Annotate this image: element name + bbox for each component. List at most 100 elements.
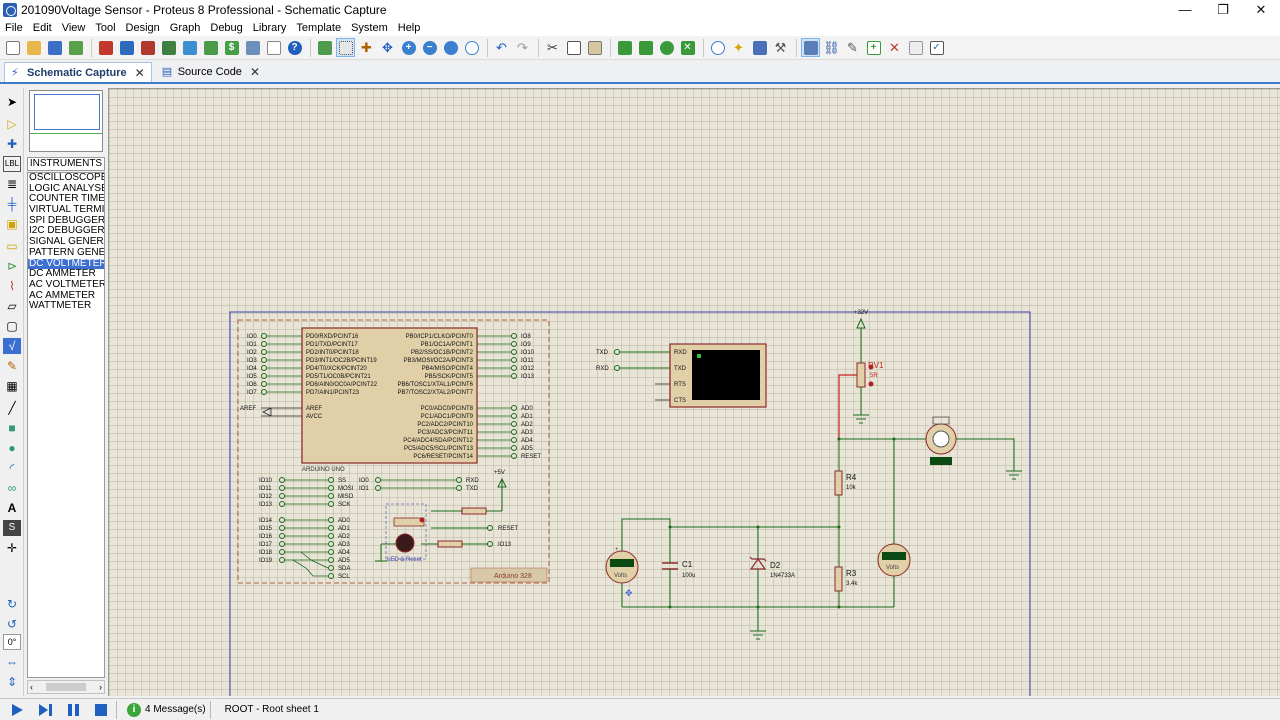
path-icon[interactable]: ∞ xyxy=(3,480,21,496)
subcircuit-icon[interactable]: ▣ xyxy=(3,216,21,232)
zoom-out-icon[interactable]: − xyxy=(420,38,439,57)
pause-button[interactable] xyxy=(62,700,84,720)
redo-icon[interactable]: ↷ xyxy=(513,38,532,57)
selection-mode-icon[interactable]: ➤ xyxy=(3,94,21,110)
list-item[interactable]: OSCILLOSCOPE xyxy=(28,173,104,184)
junction-dot-icon[interactable]: ✚ xyxy=(3,136,21,152)
overview-window[interactable] xyxy=(29,90,103,152)
tab-source-code[interactable]: ▤ Source Code ✕ xyxy=(156,62,266,82)
scroll-thumb[interactable] xyxy=(46,683,86,691)
pick-device-icon[interactable] xyxy=(708,38,727,57)
pcb-icon[interactable] xyxy=(138,38,157,57)
generator-icon[interactable]: ▢ xyxy=(3,318,21,334)
stop-button[interactable] xyxy=(90,700,112,720)
source-code-icon[interactable] xyxy=(243,38,262,57)
message-count[interactable]: i 4 Message(s) xyxy=(127,702,206,717)
list-item[interactable]: DC AMMETER xyxy=(28,269,104,280)
tape-recorder-icon[interactable]: ▱ xyxy=(3,298,21,314)
instruments-list[interactable]: OSCILLOSCOPE LOGIC ANALYSER COUNTER TIME… xyxy=(27,172,105,678)
menu-debug[interactable]: Debug xyxy=(205,20,247,36)
exit-to-parent-icon[interactable] xyxy=(906,38,925,57)
graph-icon[interactable]: ⌇ xyxy=(3,278,21,294)
decompose-icon[interactable]: ⚒ xyxy=(771,38,790,57)
arc-icon[interactable]: ◜ xyxy=(3,460,21,476)
menu-edit[interactable]: Edit xyxy=(28,20,57,36)
copy-icon[interactable] xyxy=(564,38,583,57)
save-icon[interactable] xyxy=(45,38,64,57)
box-icon[interactable]: ■ xyxy=(3,420,21,436)
notes-icon[interactable] xyxy=(264,38,283,57)
mirror-vertical-icon[interactable]: ⇕ xyxy=(3,674,21,690)
bom-icon[interactable]: $ xyxy=(222,38,241,57)
new-sheet-icon[interactable]: + xyxy=(864,38,883,57)
menu-template[interactable]: Template xyxy=(291,20,346,36)
list-item[interactable]: SIGNAL GENERAT xyxy=(28,237,104,248)
resistor-r3[interactable] xyxy=(834,566,843,592)
led-icon[interactable] xyxy=(395,533,415,553)
search-tag-icon[interactable]: ⛓ xyxy=(822,38,841,57)
circle-icon[interactable]: ● xyxy=(3,440,21,456)
rotate-clockwise-icon[interactable]: ↻ xyxy=(3,596,21,612)
new-file-icon[interactable] xyxy=(3,38,22,57)
open-folder-icon[interactable] xyxy=(24,38,43,57)
menu-help[interactable]: Help xyxy=(393,20,426,36)
block-move-icon[interactable] xyxy=(636,38,655,57)
marker-icon[interactable]: ✛ xyxy=(3,540,21,556)
menu-view[interactable]: View xyxy=(57,20,91,36)
zoom-in-icon[interactable]: + xyxy=(399,38,418,57)
list-item[interactable]: AC AMMETER xyxy=(28,291,104,302)
paste-icon[interactable] xyxy=(585,38,604,57)
list-horizontal-scrollbar[interactable]: ‹ › xyxy=(27,680,105,694)
tab-schematic-capture[interactable]: ⚡ Schematic Capture ✕ xyxy=(4,62,152,82)
packaging-tool-icon[interactable] xyxy=(750,38,769,57)
play-button[interactable] xyxy=(6,700,28,720)
zoom-area-icon[interactable] xyxy=(462,38,481,57)
undo-icon[interactable]: ↶ xyxy=(492,38,511,57)
probe-icon[interactable]: √ xyxy=(3,338,21,354)
close-button[interactable]: ✕ xyxy=(1242,0,1280,20)
instruments-icon[interactable]: ▦ xyxy=(3,378,21,394)
origin-icon[interactable]: ✚ xyxy=(357,38,376,57)
scroll-left-icon[interactable]: ‹ xyxy=(30,682,33,692)
symbol-icon[interactable]: S xyxy=(3,520,21,536)
close-tab-icon[interactable]: ✕ xyxy=(135,66,145,80)
remove-sheet-icon[interactable]: ✕ xyxy=(885,38,904,57)
cut-icon[interactable]: ✂ xyxy=(543,38,562,57)
help-icon[interactable]: ? xyxy=(285,38,304,57)
list-item[interactable]: I2C DEBUGGER xyxy=(28,226,104,237)
resistor-r4[interactable] xyxy=(834,470,843,496)
voltage-probe-icon[interactable]: ✎ xyxy=(3,358,21,374)
terminals-icon[interactable]: ▭ xyxy=(3,238,21,254)
line-icon[interactable]: ╱ xyxy=(3,400,21,416)
block-rotate-icon[interactable] xyxy=(657,38,676,57)
wire-autorouter-icon[interactable] xyxy=(801,38,820,57)
pan-icon[interactable]: ✥ xyxy=(378,38,397,57)
list-item[interactable]: AC VOLTMETER xyxy=(28,280,104,291)
maximize-button[interactable]: ❐ xyxy=(1204,0,1242,20)
list-item[interactable]: LOGIC ANALYSER xyxy=(28,184,104,195)
mirror-horizontal-icon[interactable]: ⇔ xyxy=(3,654,21,670)
property-assignment-icon[interactable]: ✎ xyxy=(843,38,862,57)
led-resistor[interactable] xyxy=(437,540,463,548)
3d-viewer-icon[interactable] xyxy=(159,38,178,57)
list-item[interactable]: WATTMETER xyxy=(28,301,104,312)
gerber-icon[interactable] xyxy=(180,38,199,57)
reset-resistor[interactable] xyxy=(461,507,487,515)
scroll-right-icon[interactable]: › xyxy=(99,682,102,692)
menu-tool[interactable]: Tool xyxy=(90,20,120,36)
import-icon[interactable] xyxy=(66,38,85,57)
menu-design[interactable]: Design xyxy=(121,20,165,36)
block-copy-icon[interactable] xyxy=(615,38,634,57)
text-script-icon[interactable]: ≣ xyxy=(3,176,21,192)
list-item[interactable]: VIRTUAL TERMIN xyxy=(28,205,104,216)
refresh-icon[interactable] xyxy=(315,38,334,57)
component-mode-icon[interactable]: ▷ xyxy=(3,116,21,132)
menu-file[interactable]: File xyxy=(0,20,28,36)
electrical-rules-check-icon[interactable]: ✓ xyxy=(927,38,946,57)
potentiometer-rv1[interactable] xyxy=(856,362,866,388)
close-tab-icon[interactable]: ✕ xyxy=(250,65,260,79)
zener-diode-d2[interactable] xyxy=(749,557,767,570)
text-icon[interactable]: A xyxy=(3,500,21,516)
menu-graph[interactable]: Graph xyxy=(165,20,206,36)
menu-system[interactable]: System xyxy=(346,20,393,36)
